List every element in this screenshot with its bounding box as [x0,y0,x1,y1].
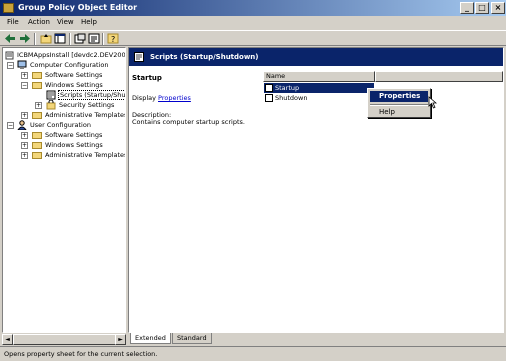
scroll-right-button[interactable]: ► [115,334,126,345]
scroll-thumb[interactable] [13,334,117,345]
context-menu-help[interactable]: Help [370,107,428,118]
back-arrow-icon[interactable] [4,33,16,44]
show-hide-tree-icon[interactable] [54,33,66,44]
expand-toggle[interactable]: + [21,142,28,149]
tree-label: Computer Configuration [30,61,109,69]
policy-scroll-icon [5,51,14,60]
collapse-toggle[interactable]: − [21,82,28,89]
tree-label: User Configuration [30,121,91,129]
window-title: Group Policy Object Editor [18,3,138,12]
expand-toggle[interactable]: + [21,112,28,119]
status-text: Opens property sheet for the current sel… [4,350,158,358]
tree-label: Windows Settings [45,81,103,89]
toolbar-separator [34,33,36,45]
list-item-startup[interactable]: Startup [264,83,374,93]
folder-icon [32,112,42,119]
details-pane: Scripts (Startup/Shutdown) Startup Displ… [128,47,504,333]
display-properties-line: Display Properties [132,94,191,102]
svg-text:?: ? [111,35,115,44]
script-icon [265,94,273,102]
mouse-cursor-icon [428,96,437,109]
menu-action[interactable]: Action [28,18,50,26]
context-menu-separator [370,104,428,106]
help-icon[interactable]: ? [107,33,119,44]
scripts-icon [46,90,56,100]
menu-bar: File Action View Help [0,16,506,30]
tree-horizontal-scrollbar[interactable]: ◄ ► [2,333,126,345]
toolbar: ? [0,30,506,46]
minimize-button[interactable]: _ [460,2,474,14]
folder-icon [32,152,42,159]
tree-label: Security Settings [59,101,115,109]
folder-open-icon [32,82,42,89]
tree-label-selected: Scripts (Startup/Shutdown) [58,90,125,100]
tree-label: Software Settings [45,131,103,139]
list-item-label: Shutdown [275,94,308,102]
close-button[interactable]: × [491,2,505,14]
collapse-toggle[interactable]: − [7,62,14,69]
status-bar: Opens property sheet for the current sel… [0,346,506,361]
gpo-editor-icon [3,3,14,13]
expand-toggle[interactable]: + [21,152,28,159]
tab-standard[interactable]: Standard [172,333,212,344]
menu-view[interactable]: View [57,18,74,26]
folder-icon [32,132,42,139]
title-bar[interactable]: Group Policy Object Editor [0,0,506,16]
menu-file[interactable]: File [7,18,19,26]
tree-label: Software Settings [45,71,103,79]
script-icon [265,84,273,92]
list-item-shutdown[interactable]: Shutdown [264,93,374,103]
folder-icon [32,142,42,149]
banner-title: Scripts (Startup/Shutdown) [150,53,259,61]
forward-arrow-icon[interactable] [19,33,31,44]
tree-label: ICBMAppsInstall [devdc2.DEV2000 [17,51,126,59]
export-list-icon[interactable] [74,33,86,44]
view-tabs: Extended Standard [128,333,504,345]
tree-label: Administrative Templates [45,111,126,119]
expand-toggle[interactable]: + [21,132,28,139]
security-icon [46,100,56,110]
toolbar-separator [69,33,71,45]
tree-label: Administrative Templates [45,151,126,159]
context-menu-properties[interactable]: Properties [370,91,428,102]
list-item-label: Startup [275,84,300,92]
expand-toggle[interactable]: + [21,72,28,79]
context-menu: Properties Help [367,88,431,118]
display-prefix: Display [132,94,159,102]
section-title: Startup [132,74,162,82]
scroll-left-button[interactable]: ◄ [2,334,13,345]
tab-extended[interactable]: Extended [130,333,171,344]
menu-help[interactable]: Help [81,18,97,26]
tree-label: Windows Settings [45,141,103,149]
maximize-button[interactable]: □ [475,2,489,14]
collapse-toggle[interactable]: − [7,122,14,129]
column-header-empty[interactable] [375,71,503,82]
expand-toggle[interactable]: + [35,102,42,109]
properties-icon[interactable] [88,33,100,44]
column-header-name[interactable]: Name [263,71,375,82]
scripts-icon [134,52,144,62]
up-folder-icon[interactable] [40,33,52,44]
details-banner: Scripts (Startup/Shutdown) [129,48,503,66]
description-text: Contains computer startup scripts. [132,118,245,126]
folder-icon [32,72,42,79]
toolbar-separator [102,33,104,45]
computer-icon [17,60,27,69]
user-icon [17,120,27,130]
tree-pane[interactable]: ICBMAppsInstall [devdc2.DEV2000 − Comput… [2,47,126,333]
properties-link[interactable]: Properties [158,94,191,102]
